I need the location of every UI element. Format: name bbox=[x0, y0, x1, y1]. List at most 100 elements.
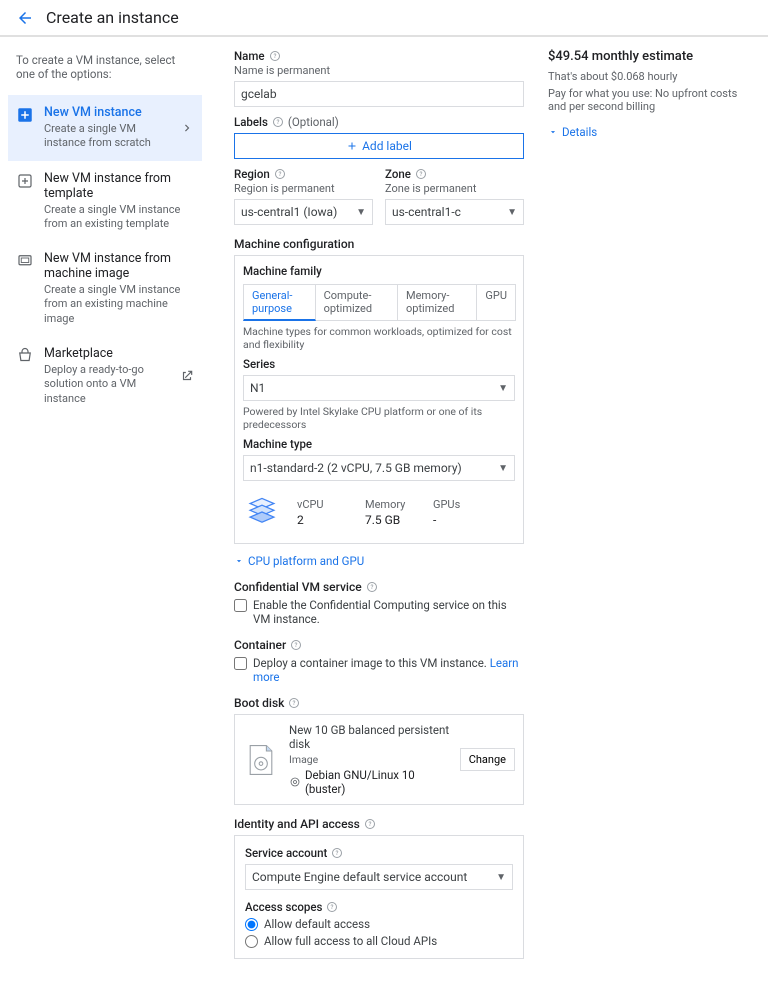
sidebar-item-marketplace[interactable]: Marketplace Deploy a ready-to-go solutio… bbox=[8, 336, 202, 416]
spec-mem-value: 7.5 GB bbox=[365, 513, 415, 527]
spec-mem-label: Memory bbox=[365, 498, 415, 511]
machine-stack-icon bbox=[245, 495, 279, 529]
boot-disk-title: Boot disk ? bbox=[234, 696, 524, 710]
series-label: Series bbox=[243, 357, 515, 371]
sidebar-intro: To create a VM instance, select one of t… bbox=[8, 53, 202, 95]
help-icon[interactable]: ? bbox=[326, 901, 338, 913]
cpu-expand-link[interactable]: CPU platform and GPU bbox=[234, 554, 524, 568]
svg-text:?: ? bbox=[336, 850, 339, 857]
plus-box-icon bbox=[16, 106, 34, 124]
access-scopes-label: Access scopes ? bbox=[245, 900, 513, 914]
identity-panel: Service account ? Compute Engine default… bbox=[234, 835, 524, 959]
help-icon[interactable]: ? bbox=[364, 818, 376, 830]
add-label-button[interactable]: Add label bbox=[234, 133, 524, 159]
name-label: Name ? bbox=[234, 49, 524, 63]
svg-text:?: ? bbox=[276, 119, 279, 126]
series-select[interactable]: N1▼ bbox=[243, 375, 515, 401]
sidebar-item-sub: Create a single VM instance from an exis… bbox=[44, 203, 194, 232]
help-icon[interactable]: ? bbox=[274, 168, 286, 180]
series-hint: Powered by Intel Skylake CPU platform or… bbox=[243, 405, 515, 431]
scope-full-row[interactable]: Allow full access to all Cloud APIs bbox=[245, 934, 513, 948]
confidential-title: Confidential VM service ? bbox=[234, 580, 524, 594]
machine-config-title: Machine configuration bbox=[234, 237, 524, 251]
boot-disk-box: New 10 GB balanced persistent disk Image… bbox=[234, 714, 524, 805]
tab-gpu[interactable]: GPU bbox=[476, 284, 516, 321]
svg-text:?: ? bbox=[419, 171, 422, 178]
service-account-label: Service account ? bbox=[245, 846, 513, 860]
service-account-select[interactable]: Compute Engine default service account▼ bbox=[245, 864, 513, 890]
boot-disk-name: New 10 GB balanced persistent disk bbox=[289, 723, 450, 751]
help-icon[interactable]: ? bbox=[290, 639, 302, 651]
boot-disk-os: Debian GNU/Linux 10 (buster) bbox=[305, 768, 450, 796]
labels-label: Labels ? (Optional) bbox=[234, 115, 524, 129]
help-icon[interactable]: ? bbox=[366, 581, 378, 593]
cost-title: $49.54 monthly estimate bbox=[548, 49, 748, 64]
name-input[interactable] bbox=[234, 81, 524, 107]
svg-text:?: ? bbox=[293, 700, 296, 707]
chevron-right-icon bbox=[180, 121, 194, 135]
template-icon bbox=[16, 172, 34, 190]
container-checkbox[interactable] bbox=[234, 657, 247, 670]
cost-details-link[interactable]: Details bbox=[548, 125, 748, 139]
spec-vcpu-value: 2 bbox=[297, 513, 347, 527]
container-title: Container ? bbox=[234, 638, 524, 652]
tab-general-purpose[interactable]: General-purpose bbox=[243, 284, 316, 321]
sidebar-item-label: New VM instance from machine image bbox=[44, 251, 194, 281]
container-checkbox-row[interactable]: Deploy a container image to this VM inst… bbox=[234, 656, 524, 684]
svg-text:?: ? bbox=[368, 821, 371, 828]
scope-full-radio[interactable] bbox=[245, 935, 258, 948]
machine-type-label: Machine type bbox=[243, 437, 515, 451]
sidebar-item-label: New VM instance from template bbox=[44, 171, 194, 201]
zone-label: Zone ? bbox=[385, 167, 524, 181]
svg-text:?: ? bbox=[370, 584, 373, 591]
marketplace-icon bbox=[16, 347, 34, 365]
svg-text:?: ? bbox=[278, 171, 281, 178]
open-external-icon bbox=[180, 369, 194, 383]
help-icon[interactable]: ? bbox=[272, 116, 284, 128]
cost-hourly: That's about $0.068 hourly bbox=[548, 70, 748, 83]
confidential-checkbox[interactable] bbox=[234, 599, 247, 612]
help-icon[interactable]: ? bbox=[415, 168, 427, 180]
zone-select[interactable]: us-central1-c▼ bbox=[385, 199, 524, 225]
back-arrow-icon[interactable] bbox=[16, 9, 34, 27]
cost-note: Pay for what you use: No upfront costs a… bbox=[548, 87, 748, 113]
spec-gpu-label: GPUs bbox=[433, 498, 483, 511]
sidebar-item-label: Marketplace bbox=[44, 346, 174, 361]
sidebar-item-from-template[interactable]: New VM instance from template Create a s… bbox=[8, 161, 202, 242]
region-select[interactable]: us-central1 (Iowa)▼ bbox=[234, 199, 373, 225]
help-icon[interactable]: ? bbox=[331, 847, 343, 859]
identity-title: Identity and API access ? bbox=[234, 817, 524, 831]
sidebar-item-sub: Deploy a ready-to-go solution onto a VM … bbox=[44, 363, 174, 406]
region-label: Region ? bbox=[234, 167, 373, 181]
machine-family-label: Machine family bbox=[243, 264, 515, 278]
page-title: Create an instance bbox=[46, 8, 179, 27]
confidential-checkbox-row[interactable]: Enable the Confidential Computing servic… bbox=[234, 598, 524, 626]
sidebar-item-from-machine-image[interactable]: New VM instance from machine image Creat… bbox=[8, 241, 202, 336]
svg-text:?: ? bbox=[331, 904, 334, 911]
machine-type-select[interactable]: n1-standard-2 (2 vCPU, 7.5 GB memory)▼ bbox=[243, 455, 515, 481]
family-hint: Machine types for common workloads, opti… bbox=[243, 325, 515, 351]
boot-disk-image-label: Image bbox=[289, 753, 450, 766]
svg-text:?: ? bbox=[295, 642, 298, 649]
help-icon[interactable]: ? bbox=[288, 697, 300, 709]
tab-memory-optimized[interactable]: Memory-optimized bbox=[397, 284, 477, 321]
zone-hint: Zone is permanent bbox=[385, 182, 524, 195]
sidebar-item-label: New VM instance bbox=[44, 105, 174, 120]
spec-gpu-value: - bbox=[433, 513, 483, 527]
scope-default-radio[interactable] bbox=[245, 918, 258, 931]
sidebar-item-sub: Create a single VM instance from scratch bbox=[44, 122, 174, 151]
tab-compute-optimized[interactable]: Compute-optimized bbox=[315, 284, 398, 321]
spec-vcpu-label: vCPU bbox=[297, 498, 347, 511]
boot-disk-change-button[interactable]: Change bbox=[460, 748, 515, 771]
name-hint: Name is permanent bbox=[234, 64, 524, 77]
region-hint: Region is permanent bbox=[234, 182, 373, 195]
sidebar-item-sub: Create a single VM instance from an exis… bbox=[44, 283, 194, 326]
disk-icon bbox=[243, 742, 279, 778]
scope-default-row[interactable]: Allow default access bbox=[245, 917, 513, 931]
svg-text:?: ? bbox=[273, 53, 276, 60]
help-icon[interactable]: ? bbox=[269, 50, 281, 62]
os-icon bbox=[289, 776, 301, 788]
sidebar: To create a VM instance, select one of t… bbox=[0, 37, 210, 983]
machine-config-panel: Machine family General-purpose Compute-o… bbox=[234, 255, 524, 544]
sidebar-item-new-vm[interactable]: New VM instance Create a single VM insta… bbox=[8, 95, 202, 161]
